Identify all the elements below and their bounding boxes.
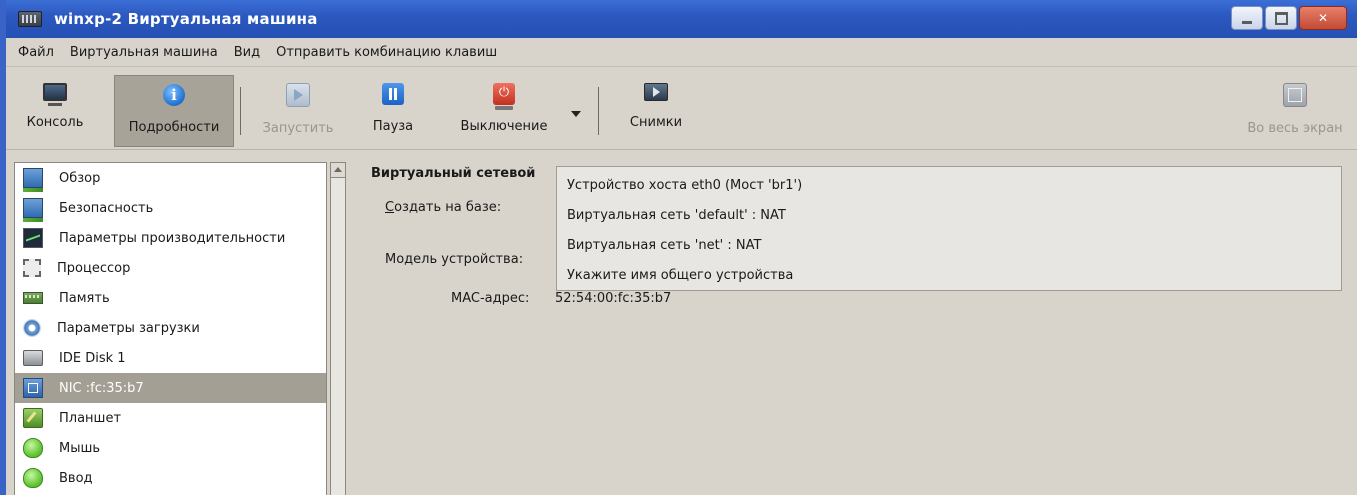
maximize-button[interactable]: [1265, 6, 1297, 30]
pause-label: Пауза: [372, 119, 414, 134]
window-controls: ✕: [1231, 6, 1347, 30]
list-item-security[interactable]: Безопасность: [15, 193, 326, 223]
toolbar: Консоль i Подробности Запустить Пауза ⏻ …: [6, 67, 1357, 150]
memory-icon: [23, 292, 43, 304]
model-label-text: ель устройства:: [413, 252, 524, 267]
console-label: Консоль: [26, 115, 84, 130]
pause-icon: [382, 83, 404, 105]
details-label: Подробности: [128, 120, 220, 135]
shutdown-label: Выключение: [460, 119, 548, 134]
menu-file[interactable]: Файл: [6, 45, 62, 60]
list-item-input[interactable]: Ввод: [15, 463, 326, 493]
menu-view[interactable]: Вид: [226, 45, 268, 60]
close-icon: ✕: [1317, 11, 1329, 25]
list-item-tablet[interactable]: Планшет: [15, 403, 326, 433]
minimize-button[interactable]: [1231, 6, 1263, 30]
dropdown-option-default-nat[interactable]: Виртуальная сеть 'default' : NAT: [557, 201, 1341, 231]
tablet-icon: [23, 408, 43, 428]
snapshots-button[interactable]: Снимки: [618, 75, 694, 147]
source-device-label: Создать на базе:: [385, 200, 501, 215]
list-item-label: Безопасность: [59, 200, 154, 216]
minimize-icon: [1242, 20, 1252, 24]
list-item-label: Память: [59, 290, 110, 306]
snapshots-label: Снимки: [629, 115, 683, 130]
dropdown-option-shared-device[interactable]: Укажите имя общего устройства: [557, 261, 1341, 291]
fullscreen-icon: [1283, 83, 1307, 107]
list-item-ide-disk[interactable]: IDE Disk 1: [15, 343, 326, 373]
list-item-overview[interactable]: Обзор: [15, 163, 326, 193]
console-button[interactable]: Консоль: [10, 75, 100, 147]
cpu-icon: [23, 259, 41, 277]
scroll-up-arrow-icon[interactable]: [331, 163, 345, 178]
nic-icon: [23, 378, 43, 398]
menu-virtual-machine[interactable]: Виртуальная машина: [62, 45, 226, 60]
run-button[interactable]: Запустить: [250, 75, 346, 147]
list-item-label: Параметры производительности: [59, 230, 286, 246]
hardware-list: Обзор Безопасность Параметры производите…: [14, 162, 327, 495]
snapshot-icon: [644, 83, 668, 101]
boot-gear-icon: [23, 319, 41, 337]
list-item-memory[interactable]: Память: [15, 283, 326, 313]
window-title: winxp-2 Виртуальная машина: [54, 10, 318, 28]
play-icon: [286, 83, 310, 107]
dropdown-option-net-nat[interactable]: Виртуальная сеть 'net' : NAT: [557, 231, 1341, 261]
dropdown-option-host-eth0[interactable]: Устройство хоста eth0 (Мост 'br1'): [557, 171, 1341, 201]
section-heading: Виртуальный сетевой: [371, 166, 536, 181]
list-item-cpu[interactable]: Процессор: [15, 253, 326, 283]
title-bar[interactable]: winxp-2 Виртуальная машина ✕: [0, 0, 1357, 38]
details-button[interactable]: i Подробности: [114, 75, 234, 147]
model-mnemonic: д: [404, 252, 414, 267]
monitor-icon: [23, 198, 43, 222]
disk-icon: [23, 350, 43, 366]
list-item-label: Параметры загрузки: [57, 320, 200, 336]
toolbar-separator: [240, 87, 241, 135]
monitor-icon: [23, 168, 43, 192]
menu-bar: Файл Виртуальная машина Вид Отправить ко…: [6, 38, 1357, 67]
mouse-icon: [23, 438, 43, 458]
source-label-text: оздать на базе:: [394, 200, 502, 215]
list-item-label: NIC :fc:35:b7: [59, 380, 144, 396]
mac-address-label: MAC-адрес:: [451, 291, 530, 306]
info-icon: i: [163, 84, 185, 106]
run-label: Запустить: [262, 121, 334, 136]
shutdown-menu-chevron-down-icon[interactable]: [571, 111, 581, 117]
source-mnemonic: С: [385, 200, 395, 215]
list-item-label: Обзор: [59, 170, 101, 186]
fullscreen-label: Во весь экран: [1247, 121, 1343, 136]
list-item-performance[interactable]: Параметры производительности: [15, 223, 326, 253]
menu-send-key[interactable]: Отправить комбинацию клавиш: [268, 45, 505, 60]
fullscreen-button[interactable]: Во весь экран: [1237, 75, 1353, 147]
close-button[interactable]: ✕: [1299, 6, 1347, 30]
list-item-mouse[interactable]: Мышь: [15, 433, 326, 463]
power-icon: ⏻: [493, 83, 515, 110]
mac-address-value: 52:54:00:fc:35:b7: [555, 291, 672, 306]
shutdown-button[interactable]: ⏻ Выключение: [446, 75, 562, 147]
list-item-label: Ввод: [59, 470, 93, 486]
maximize-icon: [1274, 11, 1288, 25]
toolbar-separator: [598, 87, 599, 135]
virt-manager-app-icon: [18, 11, 42, 27]
mouse-icon: [23, 468, 43, 488]
list-item-nic[interactable]: NIC :fc:35:b7: [15, 373, 326, 403]
list-item-label: Процессор: [57, 260, 131, 276]
pause-button[interactable]: Пауза: [358, 75, 428, 147]
list-item-boot[interactable]: Параметры загрузки: [15, 313, 326, 343]
device-model-label: Модель устройства:: [385, 252, 524, 267]
list-item-label: Планшет: [59, 410, 122, 426]
list-item-label: Мышь: [59, 440, 101, 456]
performance-icon: [23, 228, 43, 248]
sidebar-scrollbar[interactable]: [330, 162, 346, 495]
console-monitor-icon: [43, 83, 67, 106]
list-item-label: IDE Disk 1: [59, 350, 126, 366]
source-device-dropdown-menu: Устройство хоста eth0 (Мост 'br1') Вирту…: [556, 166, 1342, 291]
